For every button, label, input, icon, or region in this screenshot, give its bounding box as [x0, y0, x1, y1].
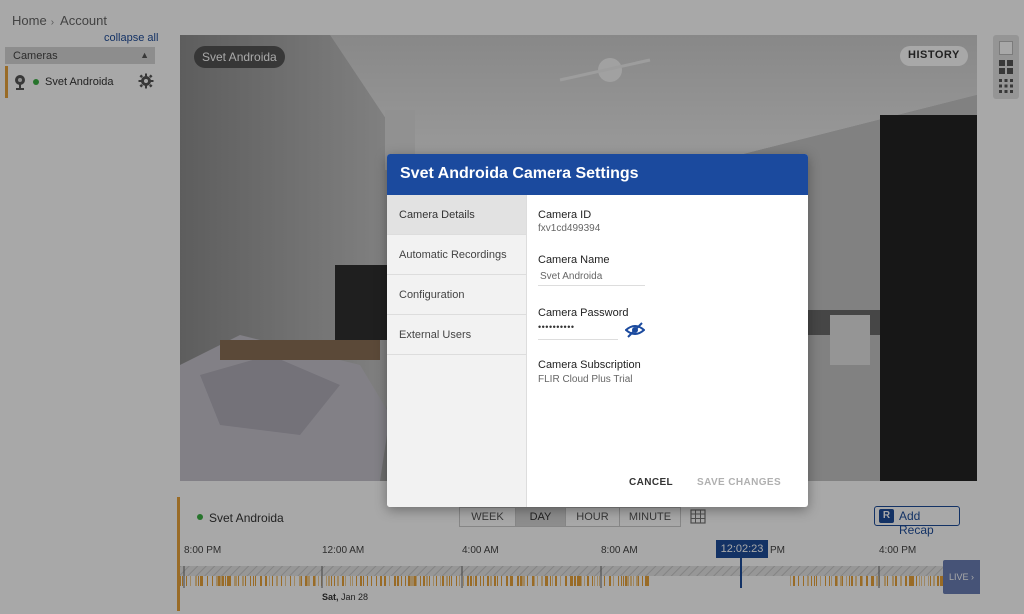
camera-subscription-label: Camera Subscription — [538, 359, 641, 371]
nav-configuration[interactable]: Configuration — [387, 275, 526, 315]
camera-settings-modal: Svet Androida Camera Settings Camera Det… — [387, 154, 808, 507]
nav-camera-details[interactable]: Camera Details — [387, 195, 526, 235]
camera-name-input[interactable] — [538, 268, 645, 286]
camera-password-label: Camera Password — [538, 307, 629, 319]
camera-subscription-value: FLIR Cloud Plus Trial — [538, 374, 633, 385]
save-changes-button[interactable]: SAVE CHANGES — [697, 477, 781, 488]
camera-id-value: fxv1cd499394 — [538, 223, 601, 234]
nav-automatic-recordings[interactable]: Automatic Recordings — [387, 235, 526, 275]
camera-name-label: Camera Name — [538, 254, 610, 266]
camera-id-label: Camera ID — [538, 209, 592, 221]
camera-password-field[interactable]: •••••••••• — [538, 322, 618, 340]
camera-details-panel: Camera ID fxv1cd499394 Camera Name Camer… — [538, 195, 798, 507]
eye-slash-icon[interactable] — [625, 322, 645, 338]
settings-nav: Camera Details Automatic Recordings Conf… — [387, 195, 527, 507]
nav-external-users[interactable]: External Users — [387, 315, 526, 355]
cancel-button[interactable]: CANCEL — [629, 477, 673, 488]
modal-title: Svet Androida Camera Settings — [387, 154, 808, 195]
